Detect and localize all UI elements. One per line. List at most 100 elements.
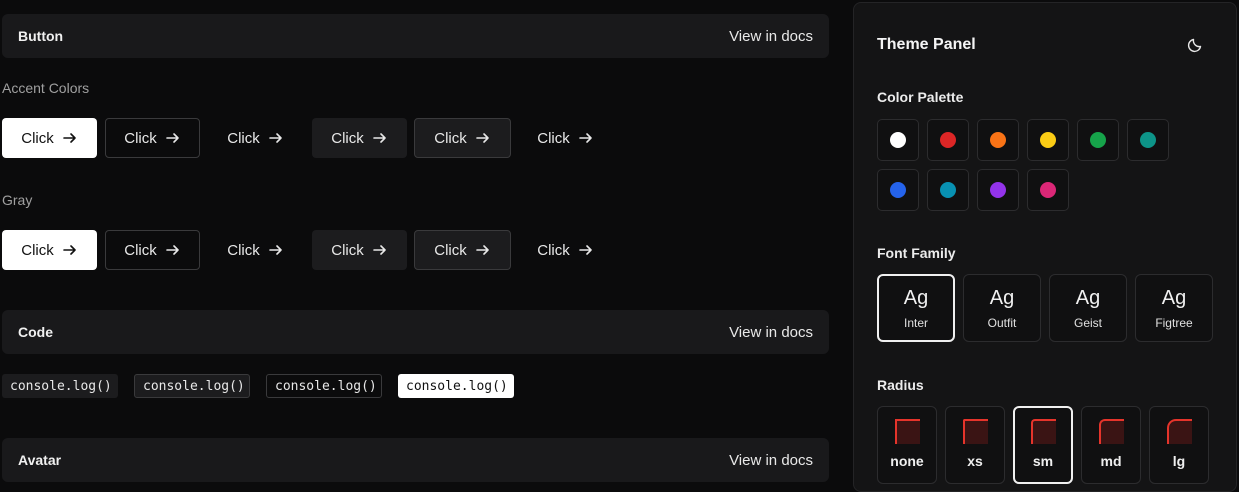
font-name: Figtree [1155,315,1193,330]
color-dot [940,182,956,198]
click-button-soft[interactable]: Click [312,118,407,158]
arrow-right-icon [578,133,592,143]
font-sample: Ag [903,286,929,309]
arrow-right-icon [268,245,282,255]
arrow-right-icon [475,245,489,255]
color-dot [1040,132,1056,148]
view-in-docs-link[interactable]: View in docs [729,324,813,341]
color-swatch[interactable] [1027,119,1069,161]
color-swatch[interactable] [877,119,919,161]
arrow-right-icon [62,245,76,255]
radius-preview-icon [1167,419,1192,444]
color-swatch[interactable] [1027,169,1069,211]
click-button-solid[interactable]: Click [2,230,97,270]
click-button-ghost[interactable]: Click [208,118,303,158]
click-button-text[interactable]: Click [518,118,613,158]
click-button-text[interactable]: Click [518,230,613,270]
code-sample-outline: console.log() [266,374,382,398]
font-family-label: Font Family [877,245,956,261]
color-dot [890,182,906,198]
code-sample-solid: console.log() [398,374,514,398]
font-option-figtree[interactable]: Ag Figtree [1135,274,1213,342]
arrow-right-icon [372,245,386,255]
button-label: Click [434,241,467,259]
button-label: Click [124,129,157,147]
radius-preview-icon [1031,419,1056,444]
color-dot [1140,132,1156,148]
button-label: Click [537,129,570,147]
radius-option-md[interactable]: md [1081,406,1141,484]
radius-name: lg [1172,453,1186,469]
radius-name: md [1100,453,1122,469]
color-dot [890,132,906,148]
click-button-ghost[interactable]: Click [208,230,303,270]
gray-label: Gray [2,192,33,208]
color-swatch[interactable] [977,119,1019,161]
color-swatch[interactable] [1127,119,1169,161]
view-in-docs-link[interactable]: View in docs [729,452,813,469]
click-button-outline[interactable]: Click [105,230,200,270]
arrow-right-icon [165,245,179,255]
font-sample: Ag [1075,286,1101,309]
color-dot [990,182,1006,198]
button-label: Click [227,129,260,147]
font-option-outfit[interactable]: Ag Outfit [963,274,1041,342]
color-dot [990,132,1006,148]
component-showcase: Button View in docs Accent Colors Click … [0,0,832,486]
radius-name: xs [967,453,983,469]
radius-option-sm[interactable]: sm [1013,406,1073,484]
button-label: Click [227,241,260,259]
click-button-outline[interactable]: Click [105,118,200,158]
code-section-header: Code View in docs [2,310,829,354]
click-button-soft[interactable]: Click [312,230,407,270]
arrow-right-icon [268,133,282,143]
font-option-geist[interactable]: Ag Geist [1049,274,1127,342]
color-dot [1040,182,1056,198]
section-title: Button [18,28,64,44]
color-dot [940,132,956,148]
radius-option-xs[interactable]: xs [945,406,1005,484]
font-option-inter[interactable]: Ag Inter [877,274,955,342]
button-label: Click [21,241,54,259]
color-swatch[interactable] [1077,119,1119,161]
font-sample: Ag [989,286,1015,309]
avatar-section-header: Avatar View in docs [2,438,829,482]
font-sample: Ag [1161,286,1187,309]
radius-preview-icon [1099,419,1124,444]
font-name: Geist [1073,315,1102,330]
button-label: Click [537,241,570,259]
click-button-surface[interactable]: Click [414,118,511,158]
color-dot [1090,132,1106,148]
color-swatch[interactable] [877,169,919,211]
button-label: Click [124,241,157,259]
click-button-surface[interactable]: Click [414,230,511,270]
arrow-right-icon [475,133,489,143]
radius-name: sm [1032,453,1054,469]
arrow-right-icon [372,133,386,143]
color-swatch[interactable] [977,169,1019,211]
radius-option-lg[interactable]: lg [1149,406,1209,484]
radius-label: Radius [877,377,924,393]
radius-preview-icon [895,419,920,444]
arrow-right-icon [62,133,76,143]
button-label: Click [331,241,364,259]
moon-icon[interactable] [1186,36,1204,54]
code-sample-soft: console.log() [2,374,118,398]
arrow-right-icon [165,133,179,143]
radius-name: none [890,453,924,469]
color-swatch[interactable] [927,119,969,161]
radius-option-none[interactable]: none [877,406,937,484]
arrow-right-icon [578,245,592,255]
button-section-header: Button View in docs [2,14,829,58]
section-title: Code [18,324,53,340]
button-label: Click [21,129,54,147]
radius-preview-icon [963,419,988,444]
button-label: Click [434,129,467,147]
color-palette-label: Color Palette [877,89,964,105]
font-name: Outfit [987,315,1017,330]
color-swatch[interactable] [927,169,969,211]
view-in-docs-link[interactable]: View in docs [729,28,813,45]
font-name: Inter [903,315,928,330]
click-button-solid[interactable]: Click [2,118,97,158]
theme-panel: Theme Panel Color Palette Font Family Ag… [853,2,1237,492]
